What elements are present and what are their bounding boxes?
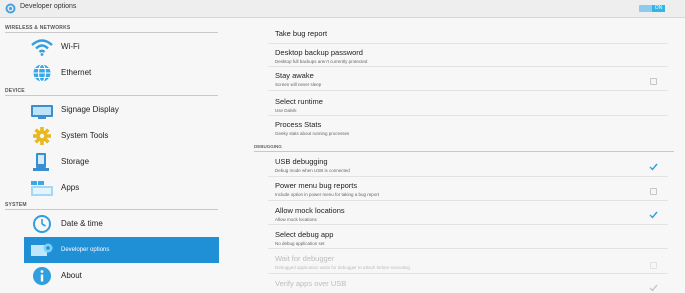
setting-title: Power menu bug reports: [275, 181, 358, 190]
stay-awake-checkbox[interactable]: [650, 78, 657, 85]
usb-debugging-checkbox[interactable]: [649, 163, 658, 171]
apps-icon: [31, 181, 53, 196]
clock-icon: [33, 215, 51, 233]
verify-apps-over-usb-checkbox: [649, 284, 658, 292]
setting-desktop-backup-password[interactable]: Desktop backup password Desktop full bac…: [275, 48, 675, 64]
sidebar-item-wifi[interactable]: Wi-Fi: [24, 34, 219, 60]
setting-verify-apps-over-usb: Verify apps over USB: [275, 279, 675, 288]
section-divider: [5, 95, 218, 96]
sidebar-item-about[interactable]: About: [24, 263, 219, 289]
section-divider: [254, 151, 674, 152]
sidebar-item-apps[interactable]: Apps: [24, 175, 219, 201]
setting-summary: Allow mock locations: [275, 217, 317, 222]
sidebar-item-system-tools[interactable]: System Tools: [24, 123, 219, 149]
setting-select-debug-app[interactable]: Select debug app No debug application se…: [275, 230, 675, 246]
wifi-icon: [31, 39, 53, 56]
sidebar-item-label: Signage Display: [61, 105, 119, 114]
setting-title: Wait for debugger: [275, 254, 335, 263]
setting-summary: Use Dalvik: [275, 108, 297, 113]
sidebar-item-ethernet[interactable]: Ethernet: [24, 60, 219, 86]
setting-title: Verify apps over USB: [275, 279, 347, 288]
setting-take-bug-report[interactable]: Take bug report: [275, 29, 675, 38]
row-divider: [268, 43, 668, 44]
setting-title: Desktop backup password: [275, 48, 363, 57]
row-divider: [268, 66, 668, 67]
setting-select-runtime[interactable]: Select runtime Use Dalvik: [275, 97, 675, 113]
setting-power-menu-bug-reports[interactable]: Power menu bug reports Include option in…: [275, 181, 675, 197]
sidebar-item-label: Storage: [61, 157, 90, 166]
setting-summary: Screen will never sleep: [275, 82, 322, 87]
setting-wait-for-debugger: Wait for debugger Debugged application w…: [275, 254, 675, 270]
toggle-label: ON: [652, 5, 665, 12]
row-divider: [268, 273, 668, 274]
sidebar-item-label: Wi-Fi: [61, 42, 80, 51]
sidebar-item-label: Ethernet: [61, 68, 92, 77]
settings-sidebar: WIRELESS & NETWORKS Wi-Fi Ethernet DEVIC…: [0, 18, 228, 293]
setting-summary: Debug mode when USB is connected: [275, 168, 350, 173]
title-bar: Developer options ON: [0, 0, 685, 18]
power-menu-bug-reports-checkbox[interactable]: [650, 188, 657, 195]
developer-options-list: Take bug report Desktop backup password …: [228, 18, 685, 293]
setting-summary: Debugged application waits for debugger …: [275, 265, 410, 270]
setting-summary: No debug application set: [275, 241, 325, 246]
storage-icon: [33, 153, 49, 171]
sidebar-item-signage-display[interactable]: Signage Display: [24, 97, 219, 123]
allow-mock-locations-checkbox[interactable]: [649, 211, 658, 219]
sidebar-item-label: About: [61, 271, 82, 280]
developer-options-toggle[interactable]: ON: [639, 5, 665, 12]
setting-stay-awake[interactable]: Stay awake Screen will never sleep: [275, 71, 675, 87]
section-divider: [5, 209, 218, 210]
setting-summary: Include option in power menu for taking …: [275, 192, 380, 197]
window-title: Developer options: [20, 3, 77, 10]
section-header-system: SYSTEM: [5, 202, 27, 208]
setting-title: USB debugging: [275, 157, 328, 166]
row-divider: [268, 176, 668, 177]
sidebar-item-storage[interactable]: Storage: [24, 149, 219, 175]
row-divider: [268, 115, 668, 116]
setting-title: Take bug report: [275, 29, 328, 38]
setting-usb-debugging[interactable]: USB debugging Debug mode when USB is con…: [275, 157, 675, 173]
ethernet-icon: [33, 63, 51, 83]
section-header-wireless: WIRELESS & NETWORKS: [5, 25, 71, 31]
row-divider: [268, 248, 668, 249]
developer-settings-icon: [5, 3, 16, 14]
setting-title: Select debug app: [275, 230, 334, 239]
setting-summary: Desktop full backups aren't currently pr…: [275, 59, 368, 64]
sidebar-item-label: System Tools: [61, 131, 109, 140]
setting-process-stats[interactable]: Process Stats Geeky stats about running …: [275, 120, 675, 136]
sidebar-item-label: Date & time: [61, 219, 103, 228]
info-icon: [33, 267, 51, 285]
section-header-debugging: DEBUGGING: [254, 144, 282, 149]
section-header-device: DEVICE: [5, 88, 25, 94]
row-divider: [268, 224, 668, 225]
row-divider: [268, 90, 668, 91]
display-icon: [31, 105, 53, 119]
sidebar-item-label: Developer options: [61, 247, 110, 253]
wait-for-debugger-checkbox: [650, 262, 657, 269]
setting-allow-mock-locations[interactable]: Allow mock locations Allow mock location…: [275, 206, 675, 222]
setting-title: Allow mock locations: [275, 206, 345, 215]
gear-icon: [33, 127, 51, 145]
setting-title: Select runtime: [275, 97, 323, 106]
developer-icon: [31, 243, 53, 256]
sidebar-item-date-time[interactable]: Date & time: [24, 211, 219, 237]
section-divider: [5, 32, 218, 33]
sidebar-item-label: Apps: [61, 183, 80, 192]
setting-title: Process Stats: [275, 120, 322, 129]
sidebar-item-developer-options[interactable]: Developer options: [24, 237, 219, 263]
setting-title: Stay awake: [275, 71, 314, 80]
setting-summary: Geeky stats about running processes: [275, 131, 350, 136]
row-divider: [268, 200, 668, 201]
